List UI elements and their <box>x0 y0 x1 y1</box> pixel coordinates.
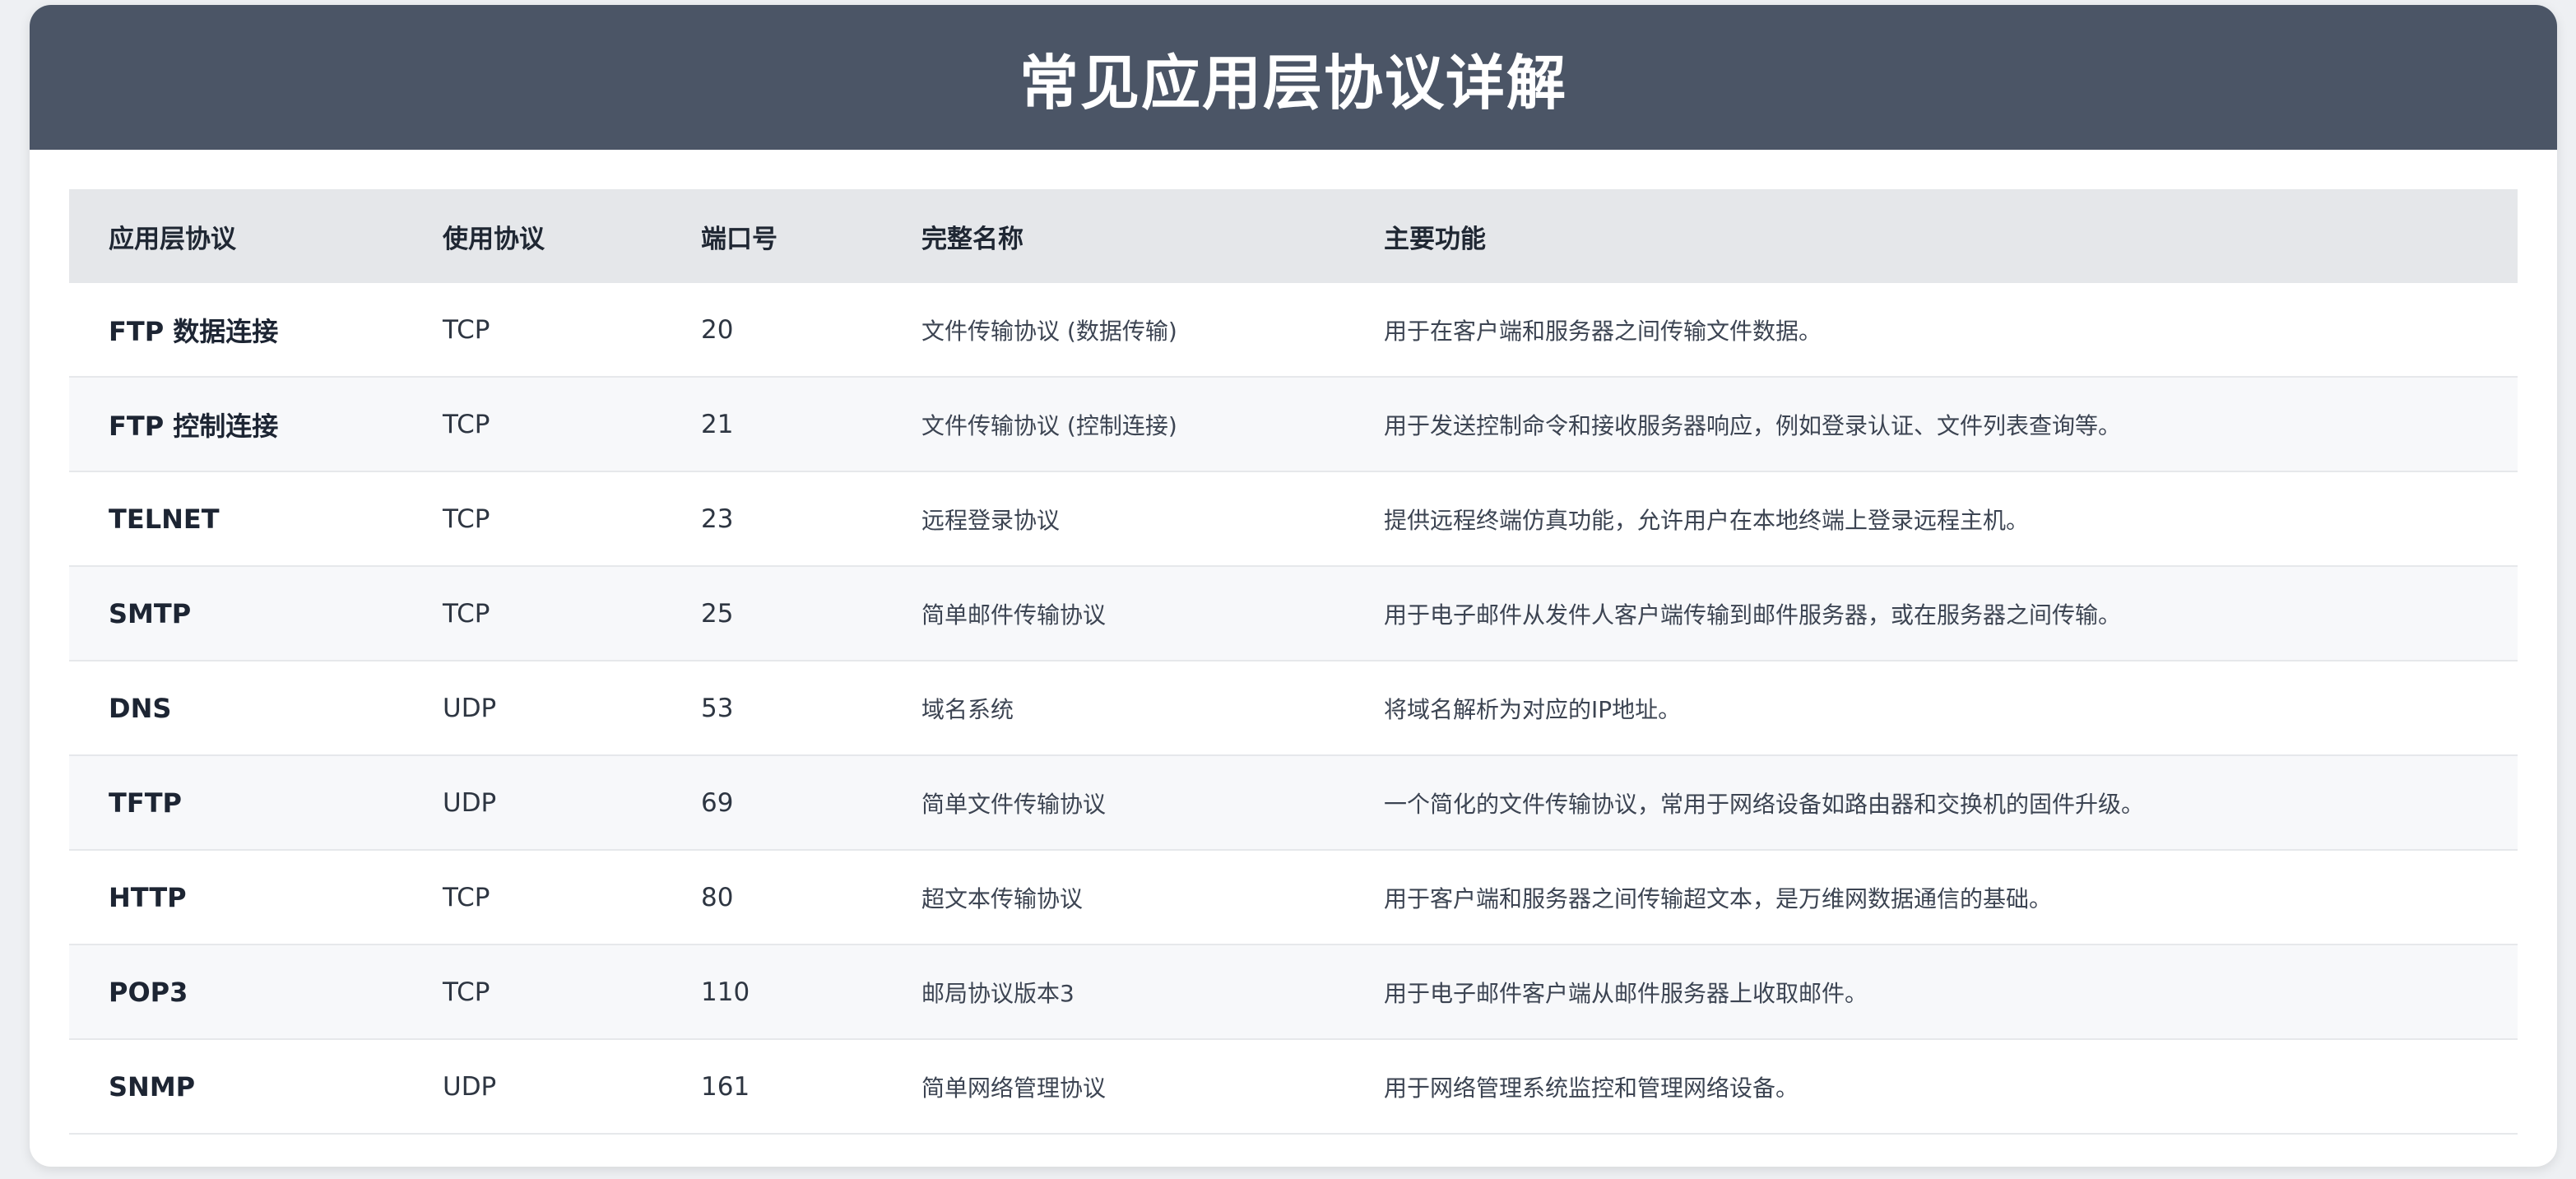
column-header-transport: 使用协议 <box>403 189 661 283</box>
table-row: DNS UDP 53 域名系统 将域名解析为对应的IP地址。 <box>69 661 2518 756</box>
full-name-cell: 文件传输协议 (数据传输) <box>882 283 1344 378</box>
transport-cell: UDP <box>403 1039 661 1135</box>
function-cell: 将域名解析为对应的IP地址。 <box>1344 661 2518 756</box>
table-header-row: 应用层协议 使用协议 端口号 完整名称 主要功能 <box>69 189 2518 283</box>
protocol-name-cell: POP3 <box>69 945 403 1040</box>
port-cell: 161 <box>661 1039 882 1135</box>
function-cell: 用于客户端和服务器之间传输超文本，是万维网数据通信的基础。 <box>1344 850 2518 945</box>
protocol-name-cell: TFTP <box>69 755 403 851</box>
protocol-name-cell: TELNET <box>69 471 403 567</box>
function-cell: 一个简化的文件传输协议，常用于网络设备如路由器和交换机的固件升级。 <box>1344 755 2518 851</box>
full-name-cell: 域名系统 <box>882 661 1344 756</box>
transport-cell: TCP <box>403 377 661 472</box>
protocol-name-cell: HTTP <box>69 850 403 945</box>
table-row: TELNET TCP 23 远程登录协议 提供远程终端仿真功能，允许用户在本地终… <box>69 471 2518 567</box>
transport-cell: TCP <box>403 850 661 945</box>
port-cell: 25 <box>661 566 882 661</box>
table-row: SMTP TCP 25 简单邮件传输协议 用于电子邮件从发件人客户端传输到邮件服… <box>69 566 2518 661</box>
table-row: FTP 控制连接 TCP 21 文件传输协议 (控制连接) 用于发送控制命令和接… <box>69 377 2518 472</box>
column-header-port: 端口号 <box>661 189 882 283</box>
full-name-cell: 文件传输协议 (控制连接) <box>882 377 1344 472</box>
transport-cell: UDP <box>403 755 661 851</box>
protocol-name-cell: DNS <box>69 661 403 756</box>
full-name-cell: 远程登录协议 <box>882 471 1344 567</box>
function-cell: 用于网络管理系统监控和管理网络设备。 <box>1344 1039 2518 1135</box>
full-name-cell: 邮局协议版本3 <box>882 945 1344 1040</box>
function-cell: 用于发送控制命令和接收服务器响应，例如登录认证、文件列表查询等。 <box>1344 377 2518 472</box>
table-row: POP3 TCP 110 邮局协议版本3 用于电子邮件客户端从邮件服务器上收取邮… <box>69 945 2518 1040</box>
protocol-name-cell: SMTP <box>69 566 403 661</box>
full-name-cell: 简单邮件传输协议 <box>882 566 1344 661</box>
protocol-name-cell: FTP 控制连接 <box>69 377 403 472</box>
table-row: FTP 数据连接 TCP 20 文件传输协议 (数据传输) 用于在客户端和服务器… <box>69 283 2518 378</box>
column-header-function: 主要功能 <box>1344 189 2518 283</box>
port-cell: 69 <box>661 755 882 851</box>
transport-cell: TCP <box>403 283 661 378</box>
function-cell: 用于电子邮件客户端从邮件服务器上收取邮件。 <box>1344 945 2518 1040</box>
function-cell: 用于在客户端和服务器之间传输文件数据。 <box>1344 283 2518 378</box>
table-row: HTTP TCP 80 超文本传输协议 用于客户端和服务器之间传输超文本，是万维… <box>69 850 2518 945</box>
protocol-name-cell: SNMP <box>69 1039 403 1135</box>
full-name-cell: 超文本传输协议 <box>882 850 1344 945</box>
port-cell: 110 <box>661 945 882 1040</box>
protocol-table: 应用层协议 使用协议 端口号 完整名称 主要功能 FTP 数据连接 TCP 20… <box>69 189 2518 1135</box>
column-header-protocol: 应用层协议 <box>69 189 403 283</box>
port-cell: 80 <box>661 850 882 945</box>
table-row: TFTP UDP 69 简单文件传输协议 一个简化的文件传输协议，常用于网络设备… <box>69 755 2518 851</box>
port-cell: 23 <box>661 471 882 567</box>
port-cell: 53 <box>661 661 882 756</box>
title-banner: 常见应用层协议详解 <box>30 5 2557 150</box>
full-name-cell: 简单网络管理协议 <box>882 1039 1344 1135</box>
port-cell: 21 <box>661 377 882 472</box>
transport-cell: TCP <box>403 945 661 1040</box>
table-row: SNMP UDP 161 简单网络管理协议 用于网络管理系统监控和管理网络设备。 <box>69 1039 2518 1135</box>
full-name-cell: 简单文件传输协议 <box>882 755 1344 851</box>
protocol-name-cell: FTP 数据连接 <box>69 283 403 378</box>
transport-cell: TCP <box>403 471 661 567</box>
transport-cell: UDP <box>403 661 661 756</box>
column-header-full-name: 完整名称 <box>882 189 1344 283</box>
transport-cell: TCP <box>403 566 661 661</box>
protocol-card: 常见应用层协议详解 应用层协议 使用协议 端口号 完整名称 主要功能 FTP 数… <box>30 5 2557 1167</box>
function-cell: 用于电子邮件从发件人客户端传输到邮件服务器，或在服务器之间传输。 <box>1344 566 2518 661</box>
function-cell: 提供远程终端仿真功能，允许用户在本地终端上登录远程主机。 <box>1344 471 2518 567</box>
page-title: 常见应用层协议详解 <box>1019 48 1567 118</box>
port-cell: 20 <box>661 283 882 378</box>
